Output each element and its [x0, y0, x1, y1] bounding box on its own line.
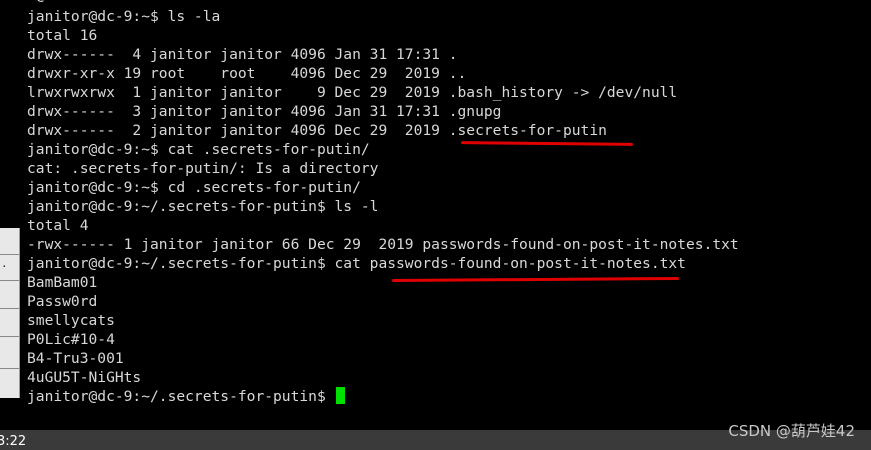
- panel-marker: .: [1, 257, 8, 270]
- panel-divider: [0, 280, 19, 281]
- text-cursor: [335, 387, 345, 404]
- prompt-line[interactable]: janitor@dc-9:~/.secrets-for-putin$: [27, 387, 867, 406]
- panel-divider: [0, 336, 19, 337]
- password-line: 4uGU5T-NiGHts: [27, 369, 142, 386]
- terminal-line: lrwxrwxrwx 1 janitor janitor 9 Dec 29 20…: [27, 84, 678, 101]
- terminal-line: drwx------ 4 janitor janitor 4096 Jan 31…: [27, 46, 458, 63]
- terminal-line: ^C: [27, 0, 867, 7]
- terminal-line: cat: .secrets-for-putin/: Is a directory: [27, 160, 379, 177]
- terminal-output[interactable]: ^C janitor@dc-9:~$ ls -la total 16 drwx-…: [27, 0, 867, 406]
- terminal-line: janitor@dc-9:~$ ls -la: [27, 8, 221, 25]
- side-panel[interactable]: .: [0, 228, 20, 398]
- password-line: B4-Tru3-001: [27, 350, 124, 367]
- terminal-window[interactable]: . ^C janitor@dc-9:~$ ls -la total 16 drw…: [0, 0, 871, 450]
- prompt-text: janitor@dc-9:~/.secrets-for-putin$: [27, 388, 335, 405]
- terminal-line: janitor@dc-9:~/.secrets-for-putin$ ls -l: [27, 198, 379, 215]
- terminal-line: drwxr-xr-x 19 root root 4096 Dec 29 2019…: [27, 65, 467, 82]
- password-line: Passw0rd: [27, 293, 98, 310]
- terminal-line: -rwx------ 1 janitor janitor 66 Dec 29 2…: [27, 236, 739, 253]
- terminal-line: drwx------ 3 janitor janitor 4096 Jan 31…: [27, 103, 502, 120]
- password-line: P0Lic#10-4: [27, 331, 115, 348]
- terminal-line: total 4: [27, 217, 89, 234]
- panel-divider: [0, 368, 19, 369]
- terminal-line: drwx------ 2 janitor janitor 4096 Dec 29…: [27, 122, 607, 139]
- terminal-line: total 16: [27, 27, 98, 44]
- panel-divider: [0, 308, 19, 309]
- watermark: CSDN @葫芦娃42: [728, 422, 855, 440]
- password-line: BamBam01: [27, 274, 98, 291]
- terminal-line: janitor@dc-9:~$ cd .secrets-for-putin/: [27, 179, 361, 196]
- password-line: smellycats: [27, 312, 115, 329]
- terminal-line: janitor@dc-9:~$ cat .secrets-for-putin/: [27, 141, 370, 158]
- panel-divider: [0, 254, 19, 255]
- status-time: 3:22: [0, 434, 27, 449]
- terminal-line: janitor@dc-9:~/.secrets-for-putin$ cat p…: [27, 255, 686, 272]
